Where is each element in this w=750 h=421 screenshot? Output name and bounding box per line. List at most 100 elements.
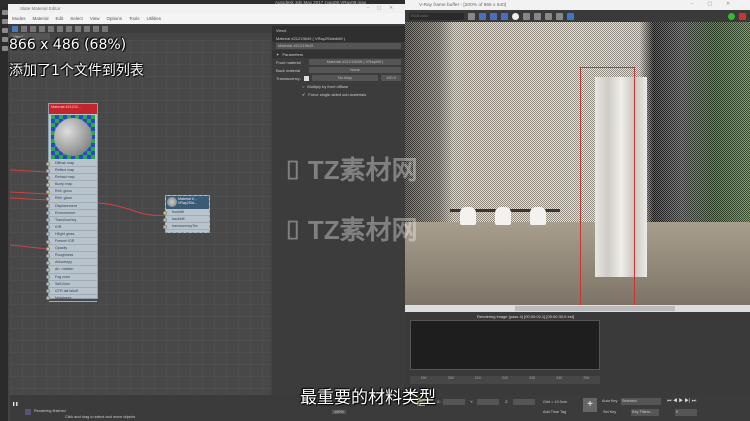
node-canvas[interactable]: Material #21211... Diffuse map Reflect ma… bbox=[10, 40, 270, 395]
material-node-vraymtl[interactable]: Material #21211... Diffuse map Reflect ma… bbox=[46, 103, 98, 302]
material-name-field[interactable]: Material #21219649 bbox=[276, 43, 401, 49]
clear-icon[interactable] bbox=[534, 12, 541, 20]
z-field[interactable] bbox=[513, 399, 535, 405]
mono-icon[interactable] bbox=[512, 12, 519, 20]
vfb-toolbar: RGB color bbox=[405, 10, 750, 22]
slot-frontmtl[interactable]: frontMtl bbox=[163, 209, 209, 217]
render-icon[interactable] bbox=[728, 12, 735, 20]
slot-refract-map[interactable]: Refract map bbox=[46, 174, 97, 182]
blue-channel-icon[interactable] bbox=[501, 12, 508, 20]
checkbox-force-single[interactable]: ✔ bbox=[302, 92, 305, 97]
slot-refl-gloss[interactable]: Refl. gloss bbox=[46, 188, 97, 196]
slot-ior[interactable]: IOR bbox=[46, 224, 97, 231]
slot-metalness[interactable]: Metalness bbox=[46, 295, 97, 302]
tool-icon[interactable] bbox=[84, 25, 90, 32]
x-field[interactable] bbox=[443, 399, 465, 405]
copy-icon[interactable] bbox=[545, 12, 552, 20]
slot-reflect-map[interactable]: Reflect map bbox=[46, 167, 97, 175]
menu-utilities[interactable]: Utilities bbox=[147, 16, 162, 21]
slot-gtr-tail-falloff[interactable]: GTR tail falloff bbox=[46, 288, 97, 295]
zoom-dropdown[interactable]: 100% bbox=[332, 410, 346, 414]
slot-backmtl[interactable]: backMtl bbox=[163, 216, 209, 224]
menu-select[interactable]: Select bbox=[70, 16, 83, 21]
translucency-color[interactable] bbox=[303, 75, 309, 81]
tool-icon[interactable] bbox=[75, 25, 81, 32]
save-icon[interactable] bbox=[523, 12, 530, 20]
tool-icon[interactable] bbox=[39, 25, 45, 32]
translucency-value[interactable]: 100.0 bbox=[381, 75, 401, 81]
menu-bar: Modes Material Edit Select View Options Tools U… bbox=[8, 13, 405, 24]
track-icon[interactable] bbox=[567, 12, 574, 20]
green-channel-icon[interactable] bbox=[490, 12, 497, 20]
color-icon[interactable] bbox=[468, 12, 475, 20]
horizontal-scrollbar[interactable] bbox=[405, 305, 750, 312]
tool-icon[interactable] bbox=[57, 25, 63, 32]
tool-icon[interactable] bbox=[93, 25, 99, 32]
select-tool-icon[interactable] bbox=[12, 25, 18, 32]
tool-icon[interactable] bbox=[102, 25, 108, 32]
checkbox-multiply[interactable]: ○ bbox=[302, 84, 304, 89]
viewport-area[interactable] bbox=[410, 320, 600, 370]
slot-fog-color[interactable]: Fog color bbox=[46, 274, 97, 281]
slot-refr-gloss[interactable]: Refr. gloss bbox=[46, 195, 97, 203]
menu-edit[interactable]: Edit bbox=[56, 16, 64, 21]
slot-list: Diffuse map Reflect map Refract map Bump ma… bbox=[46, 160, 97, 302]
tool-icon[interactable] bbox=[21, 25, 27, 32]
tool-icon[interactable] bbox=[48, 25, 54, 32]
tool-icon[interactable] bbox=[30, 25, 36, 32]
slot-environment[interactable]: Environment bbox=[46, 210, 97, 217]
slot-self-illum[interactable]: Self-illum bbox=[46, 281, 97, 288]
vfb-title-bar: V-Ray frame buffer - [200% of 865 x 640]… bbox=[405, 0, 750, 10]
wire bbox=[10, 169, 49, 250]
vray-frame-buffer: V-Ray frame buffer - [200% of 865 x 640]… bbox=[405, 0, 750, 320]
window-controls[interactable]: –▢✕ bbox=[691, 2, 744, 7]
translucency-map-button[interactable]: No Map bbox=[311, 75, 378, 81]
slot-opacity[interactable]: Opacity bbox=[46, 245, 97, 253]
tool-icon[interactable] bbox=[66, 25, 72, 32]
render-image[interactable] bbox=[405, 22, 750, 305]
collapse-icon: ✦ bbox=[276, 51, 280, 57]
pause-icon[interactable]: ❚❚ bbox=[12, 401, 18, 406]
bottom-controls: X: Y: Z: Grid = 10.0cm Add Time Tag + Au… bbox=[405, 395, 750, 421]
back-material-label: Back material bbox=[276, 67, 301, 73]
menu-modes[interactable]: Modes bbox=[12, 16, 26, 21]
window-controls[interactable]: –▢✕ bbox=[366, 5, 401, 11]
key-filters-button[interactable]: Key Filters... bbox=[631, 409, 659, 416]
back-material-button[interactable]: None bbox=[309, 67, 401, 73]
menu-tools[interactable]: Tools bbox=[129, 16, 140, 21]
slot-an-rotation[interactable]: An. rotation bbox=[46, 266, 97, 274]
slot-fresnel-ior[interactable]: Fresnel IOR bbox=[46, 238, 97, 246]
auto-key-button[interactable]: Auto Key bbox=[602, 399, 617, 403]
frame-field[interactable]: 0 bbox=[675, 409, 697, 416]
red-channel-icon[interactable] bbox=[479, 12, 486, 20]
slot-roughness[interactable]: Roughness bbox=[46, 252, 97, 260]
node-subtitle: VRay2Sid... bbox=[178, 201, 197, 205]
playback-controls[interactable]: ⏮ ◀ ▶ ▶| ⏭ bbox=[667, 398, 696, 404]
section-label: Parameters bbox=[282, 51, 304, 57]
timeline-ruler[interactable]: 190 200 210 220 230 240 250 bbox=[410, 376, 600, 384]
stop-icon[interactable] bbox=[739, 12, 746, 20]
front-material-button[interactable]: Material #21219655 ( VRayMtl ) bbox=[309, 59, 401, 65]
channel-select[interactable]: RGB color bbox=[409, 12, 464, 20]
region-icon[interactable] bbox=[556, 12, 563, 20]
selected-dropdown[interactable]: Selected bbox=[621, 398, 661, 405]
slot-diffuse-map[interactable]: Diffuse map bbox=[46, 160, 97, 168]
slot-anisotropy[interactable]: Anisotropy bbox=[46, 259, 97, 267]
slot-hilight-gloss[interactable]: Hilight gloss bbox=[46, 231, 97, 239]
menu-view[interactable]: View bbox=[90, 16, 100, 21]
chair bbox=[530, 207, 546, 225]
menu-options[interactable]: Options bbox=[107, 16, 123, 21]
slot-displacement[interactable]: Displacement bbox=[46, 203, 97, 210]
parameters-rollout[interactable]: ✦ Parameters bbox=[272, 50, 405, 58]
y-field[interactable] bbox=[477, 399, 499, 405]
slot-bump-map[interactable]: Bump map bbox=[46, 181, 97, 189]
slot-translucencytex[interactable]: translucencyTex bbox=[163, 223, 209, 231]
set-key-button[interactable]: Set Key bbox=[603, 410, 616, 414]
material-node-vray2sided[interactable]: Material #... VRay2Sid... frontMtl backMt… bbox=[163, 195, 210, 233]
sphere-preview bbox=[167, 197, 177, 207]
add-key-button[interactable]: + bbox=[583, 398, 597, 412]
menu-material[interactable]: Material bbox=[33, 16, 49, 21]
y-label: Y: bbox=[470, 400, 474, 404]
add-time-tag[interactable]: Add Time Tag bbox=[543, 410, 566, 414]
slot-translucency[interactable]: Translucency bbox=[46, 217, 97, 224]
